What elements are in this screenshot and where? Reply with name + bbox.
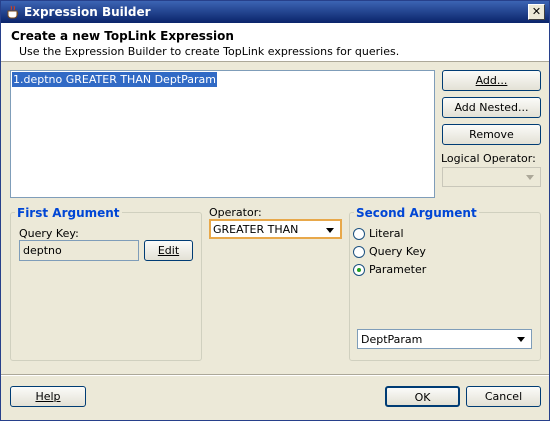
- help-button[interactable]: Help: [10, 386, 86, 407]
- header-title: Create a new TopLink Expression: [11, 29, 234, 43]
- expression-builder-window: Expression Builder ✕ Create a new TopLin…: [0, 0, 550, 421]
- header-description: Use the Expression Builder to create Top…: [19, 45, 400, 58]
- second-argument-title: Second Argument: [354, 206, 479, 220]
- query-key-radio-label: Query Key: [369, 245, 426, 258]
- parameter-radio[interactable]: [353, 264, 365, 276]
- cancel-button[interactable]: Cancel: [466, 386, 541, 407]
- remove-button[interactable]: Remove: [442, 124, 541, 145]
- query-key-label: Query Key:: [19, 227, 79, 240]
- add-button-label: Add...: [475, 74, 508, 87]
- remove-button-label: Remove: [469, 128, 514, 141]
- literal-radio-label: Literal: [369, 227, 404, 240]
- operator-select[interactable]: GREATER THAN: [209, 219, 342, 239]
- ok-button-label: OK: [414, 391, 431, 404]
- literal-radio[interactable]: [353, 228, 365, 240]
- window-title: Expression Builder: [24, 5, 151, 19]
- parameter-value: DeptParam: [361, 333, 423, 346]
- edit-button-label: Edit: [157, 244, 180, 257]
- first-argument-title: First Argument: [15, 206, 122, 220]
- add-nested-button-label: Add Nested...: [454, 101, 529, 114]
- expression-list[interactable]: 1.deptno GREATER THAN DeptParam: [10, 70, 435, 198]
- chevron-down-icon: [526, 175, 534, 180]
- operator-value: GREATER THAN: [213, 223, 299, 236]
- parameter-select[interactable]: DeptParam: [357, 329, 532, 349]
- title-bar[interactable]: Expression Builder ✕: [1, 1, 549, 23]
- close-icon[interactable]: ✕: [528, 4, 545, 20]
- ok-button[interactable]: OK: [385, 386, 460, 407]
- query-key-radio[interactable]: [353, 246, 365, 258]
- logical-operator-label: Logical Operator:: [441, 152, 536, 165]
- add-nested-button[interactable]: Add Nested...: [442, 97, 541, 118]
- help-button-label: Help: [35, 390, 61, 403]
- header-banner: Create a new TopLink Expression Use the …: [1, 23, 549, 62]
- expression-list-item[interactable]: 1.deptno GREATER THAN DeptParam: [12, 72, 217, 87]
- edit-button[interactable]: Edit: [144, 240, 193, 261]
- footer-separator: [1, 374, 549, 376]
- chevron-down-icon: [517, 337, 525, 342]
- operator-label: Operator:: [209, 206, 262, 219]
- cancel-button-label: Cancel: [484, 390, 523, 403]
- add-button[interactable]: Add...: [442, 70, 541, 91]
- query-key-value: deptno: [23, 244, 62, 257]
- query-key-field[interactable]: deptno: [19, 240, 139, 261]
- parameter-radio-label: Parameter: [369, 263, 427, 276]
- logical-operator-select[interactable]: [442, 167, 541, 187]
- chevron-down-icon: [326, 228, 334, 233]
- java-cup-icon: [7, 5, 19, 19]
